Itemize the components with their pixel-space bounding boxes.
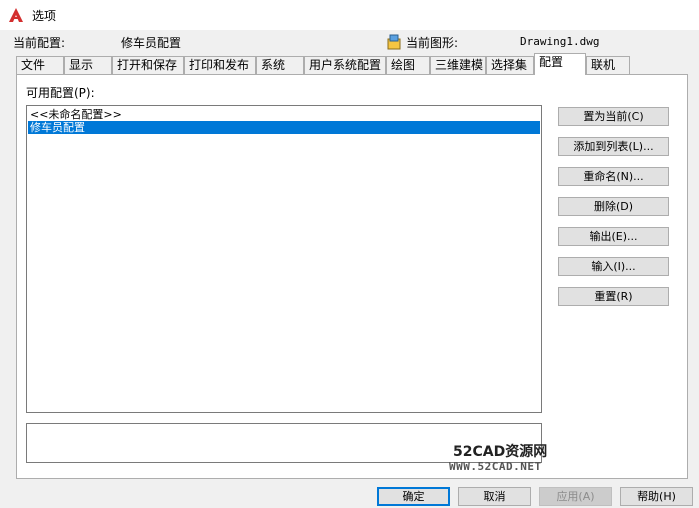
window-title: 选项 xyxy=(32,9,57,23)
tab-profiles[interactable]: 配置 xyxy=(534,53,586,75)
help-button[interactable]: 帮助(H) xyxy=(620,487,693,506)
tab-selection[interactable]: 选择集 xyxy=(486,56,534,74)
current-drawing-label: 当前图形: xyxy=(406,36,459,50)
current-profile-value: 修车员配置 xyxy=(121,36,182,50)
watermark-title: 52CAD资源网 xyxy=(453,444,548,460)
export-button[interactable]: 输出(E)... xyxy=(558,227,669,246)
cancel-button[interactable]: 取消 xyxy=(458,487,531,506)
tab-plot-publish[interactable]: 打印和发布 xyxy=(184,56,256,74)
title-bar: 选项 xyxy=(0,0,699,30)
import-button[interactable]: 输入(I)... xyxy=(558,257,669,276)
delete-button[interactable]: 删除(D) xyxy=(558,197,669,216)
list-item-unnamed-profile[interactable]: <<未命名配置>> xyxy=(28,108,540,121)
current-drawing-value: Drawing1.dwg xyxy=(520,35,600,48)
current-profile-label: 当前配置: xyxy=(13,36,66,50)
drawing-file-icon xyxy=(386,34,402,50)
add-to-list-button[interactable]: 添加到列表(L)... xyxy=(558,137,669,156)
tab-system[interactable]: 系统 xyxy=(256,56,304,74)
tab-drafting[interactable]: 绘图 xyxy=(386,56,430,74)
autocad-logo-icon xyxy=(8,7,24,23)
tab-3d-modeling[interactable]: 三维建模 xyxy=(430,56,486,74)
tab-user-preferences[interactable]: 用户系统配置 xyxy=(304,56,386,74)
list-item-mechanic-profile[interactable]: 修车员配置 xyxy=(28,121,540,134)
tab-files[interactable]: 文件 xyxy=(16,56,64,74)
tab-open-save[interactable]: 打开和保存 xyxy=(112,56,184,74)
set-current-button[interactable]: 置为当前(C) xyxy=(558,107,669,126)
ok-button[interactable]: 确定 xyxy=(377,487,450,506)
available-profiles-label: 可用配置(P): xyxy=(26,86,95,100)
profiles-listbox[interactable]: <<未命名配置>> 修车员配置 xyxy=(26,105,542,413)
tab-online[interactable]: 联机 xyxy=(586,56,630,74)
apply-button[interactable]: 应用(A) xyxy=(539,487,612,506)
tab-display[interactable]: 显示 xyxy=(64,56,112,74)
tab-bar: 文件 显示 打开和保存 打印和发布 系统 用户系统配置 绘图 三维建模 选择集 … xyxy=(16,53,696,75)
watermark-url: WWW.52CAD.NET xyxy=(449,460,542,473)
reset-button[interactable]: 重置(R) xyxy=(558,287,669,306)
rename-button[interactable]: 重命名(N)... xyxy=(558,167,669,186)
